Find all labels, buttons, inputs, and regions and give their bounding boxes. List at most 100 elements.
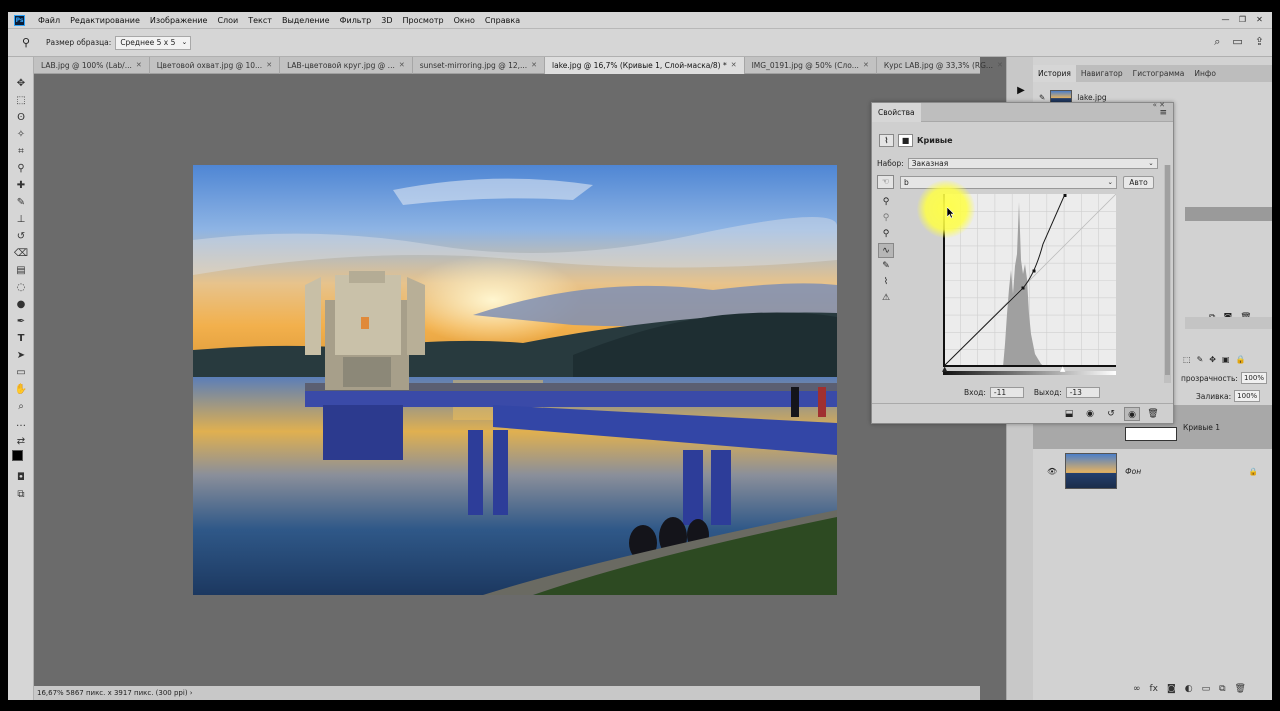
lock-all-icon[interactable]: 🔒 bbox=[1236, 355, 1246, 364]
mask-icon[interactable]: ■ bbox=[898, 134, 913, 147]
move-tool-icon[interactable]: ✥ bbox=[13, 77, 29, 91]
collapse-icon[interactable]: « ✕ bbox=[1153, 101, 1165, 109]
close-icon[interactable]: ✕ bbox=[997, 57, 1003, 74]
quick-mask-icon[interactable]: ◘ bbox=[13, 471, 29, 485]
clone-stamp-tool-icon[interactable]: ⊥ bbox=[13, 213, 29, 227]
healing-brush-tool-icon[interactable]: ✚ bbox=[13, 179, 29, 193]
adjustment-icon[interactable]: ◐ bbox=[1185, 684, 1193, 694]
artboard-icon[interactable]: ▣ bbox=[1222, 355, 1230, 364]
history-selected-step[interactable] bbox=[1185, 207, 1272, 221]
smooth-curve-icon[interactable]: ⌇ bbox=[878, 275, 894, 290]
workspace-icon[interactable]: ▭ bbox=[1232, 35, 1242, 49]
menu-image[interactable]: Изображение bbox=[145, 16, 213, 25]
add-mask-icon[interactable]: ◙ bbox=[1167, 684, 1176, 694]
menu-edit[interactable]: Редактирование bbox=[65, 16, 145, 25]
tab-history[interactable]: История bbox=[1033, 65, 1076, 82]
menu-select[interactable]: Выделение bbox=[277, 16, 335, 25]
menu-window[interactable]: Окно bbox=[449, 16, 480, 25]
dodge-tool-icon[interactable]: ● bbox=[13, 298, 29, 312]
layer-background[interactable]: 👁 Фон 🔒 bbox=[1033, 449, 1272, 493]
canvas-area[interactable] bbox=[34, 74, 980, 686]
minimize-icon[interactable]: — bbox=[1219, 14, 1232, 25]
lock-pixels-icon[interactable]: ⬚ bbox=[1183, 355, 1191, 364]
output-field[interactable]: -13 bbox=[1065, 387, 1100, 398]
sample-size-select[interactable]: Среднее 5 x 5 ⌄ bbox=[115, 35, 192, 50]
history-brush-tool-icon[interactable]: ↺ bbox=[13, 230, 29, 244]
swap-colors-icon[interactable]: ⇄ bbox=[13, 435, 29, 449]
visibility-eye-icon[interactable]: ◉ bbox=[1124, 406, 1140, 421]
close-icon[interactable]: ✕ bbox=[863, 57, 869, 74]
white-slider-icon[interactable]: ▲ bbox=[1060, 365, 1065, 373]
tab-histogram[interactable]: Гистограмма bbox=[1128, 65, 1190, 82]
foreground-color-swatch[interactable] bbox=[12, 450, 23, 461]
folder-icon[interactable]: ▭ bbox=[1202, 684, 1211, 694]
reset-icon[interactable]: ↺ bbox=[1103, 407, 1119, 421]
opacity-field[interactable]: 100% bbox=[1240, 372, 1267, 384]
brush-tool-icon[interactable]: ✎ bbox=[13, 196, 29, 210]
magic-wand-tool-icon[interactable]: ✧ bbox=[13, 128, 29, 142]
close-icon[interactable]: ✕ bbox=[136, 57, 142, 74]
zoom-tool-icon[interactable]: ⌕ bbox=[13, 400, 29, 414]
menu-help[interactable]: Справка bbox=[480, 16, 525, 25]
restore-icon[interactable]: ❐ bbox=[1236, 14, 1249, 25]
fx-icon[interactable]: fx bbox=[1150, 684, 1159, 694]
type-tool-icon[interactable]: T bbox=[13, 332, 29, 346]
clip-to-layer-icon[interactable]: ⬓ bbox=[1061, 407, 1077, 421]
menu-3d[interactable]: 3D bbox=[376, 16, 397, 25]
crop-tool-icon[interactable]: ⌗ bbox=[13, 145, 29, 159]
share-icon[interactable]: ⇪ bbox=[1255, 35, 1264, 49]
lake-photo[interactable] bbox=[193, 165, 837, 595]
trash-icon[interactable]: 🗑 bbox=[1235, 684, 1246, 694]
input-field[interactable]: -11 bbox=[989, 387, 1024, 398]
close-icon[interactable]: ✕ bbox=[531, 57, 537, 74]
close-icon[interactable]: ✕ bbox=[266, 57, 272, 74]
tab-color-gamut[interactable]: Цветовой охват.jpg @ 10... ✕ bbox=[150, 57, 281, 74]
lock-brush-icon[interactable]: ✎ bbox=[1197, 355, 1204, 364]
tab-lab[interactable]: LAB.jpg @ 100% (Lab/... ✕ bbox=[34, 57, 150, 74]
gray-point-eyedropper-icon[interactable]: ⚲ bbox=[878, 211, 894, 226]
close-icon[interactable]: ✕ bbox=[731, 57, 737, 74]
new-layer-icon[interactable]: ⧉ bbox=[1219, 684, 1225, 694]
play-icon[interactable]: ▶ bbox=[1013, 83, 1029, 99]
lasso-tool-icon[interactable]: ʘ bbox=[13, 111, 29, 125]
rectangle-tool-icon[interactable]: ▭ bbox=[13, 366, 29, 380]
tab-img-0191[interactable]: IMG_0191.jpg @ 50% (Сло... ✕ bbox=[745, 57, 877, 74]
tab-course-lab[interactable]: Курс LAB.jpg @ 33,3% (RG... ✕ bbox=[877, 57, 1011, 74]
fill-field[interactable]: 100% bbox=[1234, 390, 1261, 402]
more-tools-icon[interactable]: … bbox=[13, 417, 29, 431]
marquee-tool-icon[interactable]: ⬚ bbox=[13, 94, 29, 108]
eyedropper-tool-icon[interactable]: ⚲ bbox=[13, 162, 29, 176]
black-slider-icon[interactable]: ▲ bbox=[942, 365, 947, 373]
hand-tool-icon[interactable]: ✋ bbox=[13, 383, 29, 397]
black-point-eyedropper-icon[interactable]: ⚲ bbox=[878, 195, 894, 210]
gradient-tool-icon[interactable]: ▤ bbox=[13, 264, 29, 278]
auto-button[interactable]: Авто bbox=[1123, 175, 1154, 189]
tab-navigator[interactable]: Навигатор bbox=[1076, 65, 1128, 82]
white-point-eyedropper-icon[interactable]: ⚲ bbox=[878, 227, 894, 242]
link-icon[interactable]: ∞ bbox=[1133, 684, 1141, 694]
scroll-thumb[interactable] bbox=[1165, 165, 1170, 375]
menu-filter[interactable]: Фильтр bbox=[335, 16, 377, 25]
curve-point-tool-icon[interactable]: ∿ bbox=[878, 243, 894, 258]
curves-adjustment-icon[interactable]: ⌇ bbox=[879, 134, 894, 147]
screen-mode-icon[interactable]: ⧉ bbox=[13, 488, 29, 502]
menu-layers[interactable]: Слои bbox=[212, 16, 243, 25]
eraser-tool-icon[interactable]: ⌫ bbox=[13, 247, 29, 261]
close-icon[interactable]: ✕ bbox=[399, 57, 405, 74]
tab-properties[interactable]: Свойства bbox=[872, 102, 921, 122]
pencil-tool-icon[interactable]: ✎ bbox=[878, 259, 894, 274]
lock-move-icon[interactable]: ✥ bbox=[1209, 355, 1216, 364]
menu-file[interactable]: Файл bbox=[33, 16, 65, 25]
tab-info[interactable]: Инфо bbox=[1189, 65, 1221, 82]
layer-mask-thumbnail[interactable] bbox=[1125, 427, 1177, 441]
tab-lab-color-wheel[interactable]: LAB-цветовой круг.jpg @ ... ✕ bbox=[280, 57, 413, 74]
clipping-warning-icon[interactable]: ⚠ bbox=[878, 291, 894, 306]
view-previous-icon[interactable]: ◉ bbox=[1082, 407, 1098, 421]
properties-scrollbar[interactable] bbox=[1164, 165, 1171, 383]
menu-view[interactable]: Просмотр bbox=[398, 16, 449, 25]
search-icon[interactable]: ⌕ bbox=[1214, 35, 1220, 49]
visibility-eye-icon[interactable]: 👁 bbox=[1047, 467, 1057, 476]
menu-type[interactable]: Текст bbox=[243, 16, 277, 25]
tab-sunset-mirroring[interactable]: sunset-mirroring.jpg @ 12,... ✕ bbox=[413, 57, 546, 74]
panel-menu-icon[interactable]: ≡ bbox=[1159, 108, 1167, 118]
